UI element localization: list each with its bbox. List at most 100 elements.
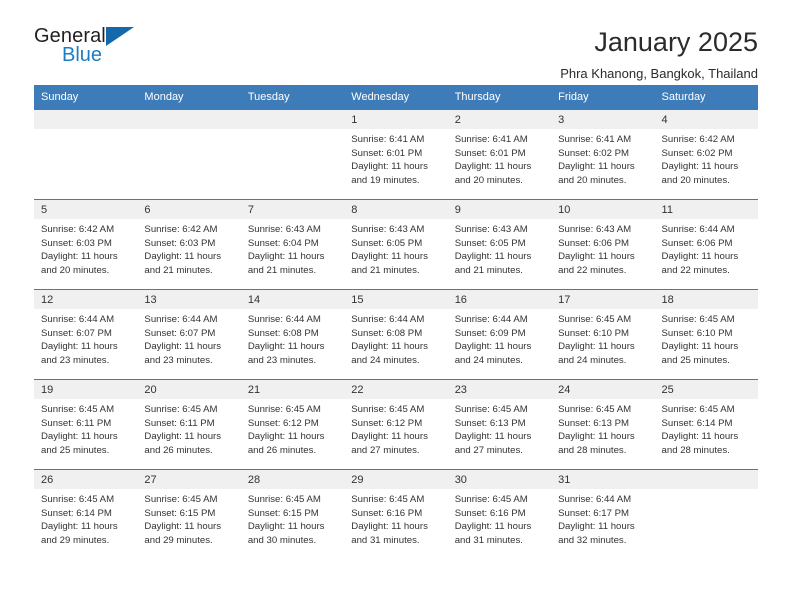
- calendar-day-cell[interactable]: 10 Sunrise: 6:43 AM Sunset: 6:06 PM Dayligh…: [551, 199, 655, 290]
- sunset-text: Sunset: 6:05 PM: [454, 237, 526, 249]
- day-cell-inner: 13 Sunrise: 6:44 AM Sunset: 6:07 PM Dayligh…: [137, 290, 241, 379]
- daylight-text: Daylight: 11 hours: [247, 431, 325, 443]
- calendar-day-cell[interactable]: 24 Sunrise: 6:45 AM Sunset: 6:13 PM Dayligh…: [551, 379, 655, 470]
- day-cell-inner: 27 Sunrise: 6:45 AM Sunset: 6:15 PM Dayligh…: [137, 470, 241, 560]
- calendar-day-cell[interactable]: 13 Sunrise: 6:44 AM Sunset: 6:07 PM Dayligh…: [137, 289, 241, 380]
- day-number: 19: [34, 380, 138, 399]
- sunrise-text: Sunrise: 6:45 AM: [41, 404, 115, 415]
- daylight-text: Daylight: 11 hours: [351, 341, 428, 353]
- calendar-day-cell[interactable]: 5 Sunrise: 6:42 AM Sunset: 6:03 PM Daylight…: [34, 199, 138, 290]
- calendar-day-cell[interactable]: 17 Sunrise: 6:45 AM Sunset: 6:10 PM Dayligh…: [551, 289, 655, 380]
- daylight-text: Daylight: 11 hours: [144, 431, 222, 443]
- day-details: Sunrise: 6:45 AM Sunset: 6:16 PM Daylight:…: [448, 489, 551, 548]
- daylight-text: Daylight: 11 hours: [454, 521, 532, 533]
- calendar-header-row: Sunday Monday Tuesday Wednesday Thursday Frid…: [34, 85, 758, 110]
- calendar-day-cell[interactable]: 26 Sunrise: 6:45 AM Sunset: 6:14 PM Dayligh…: [34, 469, 138, 560]
- day-details: Sunrise: 6:44 AM Sunset: 6:08 PM Daylight:…: [344, 309, 447, 368]
- calendar-week-row: 19 Sunrise: 6:45 AM Sunset: 6:11 PM Dayligh…: [34, 379, 758, 470]
- calendar-body: 1 Sunrise: 6:41 AM Sunset: 6:01 PM Daylight…: [34, 109, 758, 560]
- general-blue-logo[interactable]: General Blue: [34, 26, 154, 72]
- sunrise-text: Sunrise: 6:43 AM: [247, 224, 321, 235]
- sunrise-text: Sunrise: 6:44 AM: [144, 314, 218, 325]
- calendar-day-cell[interactable]: 19 Sunrise: 6:45 AM Sunset: 6:11 PM Dayligh…: [34, 379, 138, 470]
- calendar-day-cell[interactable]: 9 Sunrise: 6:43 AM Sunset: 6:05 PM Daylight…: [447, 199, 552, 290]
- calendar-day-cell[interactable]: 28 Sunrise: 6:45 AM Sunset: 6:15 PM Dayligh…: [240, 469, 345, 560]
- daylight-line-2: and 32 minutes.: [558, 535, 627, 547]
- daylight-line-2: and 30 minutes.: [247, 535, 317, 547]
- calendar-day-cell[interactable]: 25 Sunrise: 6:45 AM Sunset: 6:14 PM Dayligh…: [654, 379, 758, 470]
- daylight-line-2: and 31 minutes.: [351, 535, 420, 547]
- sunrise-text: Sunrise: 6:41 AM: [558, 134, 632, 145]
- calendar-day-cell[interactable]: 27 Sunrise: 6:45 AM Sunset: 6:15 PM Dayligh…: [137, 469, 241, 560]
- calendar-day-cell[interactable]: 3 Sunrise: 6:41 AM Sunset: 6:02 PM Daylight…: [551, 109, 655, 200]
- day-number: 7: [240, 200, 345, 219]
- day-number: 26: [34, 470, 138, 489]
- sunset-text: Sunset: 6:09 PM: [454, 327, 526, 339]
- calendar-table: Sunday Monday Tuesday Wednesday Thursday Frid…: [34, 85, 758, 560]
- day-details: Sunrise: 6:44 AM Sunset: 6:06 PM Daylight:…: [655, 219, 758, 278]
- calendar-day-cell[interactable]: 21 Sunrise: 6:45 AM Sunset: 6:12 PM Dayligh…: [240, 379, 345, 470]
- sunset-text: Sunset: 6:15 PM: [144, 507, 216, 519]
- sunset-text: Sunset: 6:03 PM: [41, 237, 112, 249]
- calendar-day-cell[interactable]: 31 Sunrise: 6:44 AM Sunset: 6:17 PM Dayligh…: [551, 469, 655, 560]
- calendar-week-row: 26 Sunrise: 6:45 AM Sunset: 6:14 PM Dayligh…: [34, 469, 758, 560]
- sunset-text: Sunset: 6:13 PM: [454, 417, 526, 429]
- calendar-day-cell[interactable]: 20 Sunrise: 6:45 AM Sunset: 6:11 PM Dayligh…: [137, 379, 241, 470]
- calendar-day-cell[interactable]: 29 Sunrise: 6:45 AM Sunset: 6:16 PM Dayligh…: [344, 469, 448, 560]
- calendar-day-cell[interactable]: 2 Sunrise: 6:41 AM Sunset: 6:01 PM Daylight…: [447, 109, 552, 200]
- calendar-day-cell[interactable]: 30 Sunrise: 6:45 AM Sunset: 6:16 PM Dayligh…: [447, 469, 552, 560]
- day-number: 2: [447, 110, 552, 129]
- calendar-day-cell[interactable]: 8 Sunrise: 6:43 AM Sunset: 6:05 PM Daylight…: [344, 199, 448, 290]
- daylight-line-2: and 21 minutes.: [144, 265, 213, 277]
- calendar-day-cell[interactable]: 11 Sunrise: 6:44 AM Sunset: 6:06 PM Dayligh…: [654, 199, 758, 290]
- daylight-text: Daylight: 11 hours: [41, 521, 118, 533]
- day-number: 8: [344, 200, 448, 219]
- calendar-day-cell[interactable]: 22 Sunrise: 6:45 AM Sunset: 6:12 PM Dayligh…: [344, 379, 448, 470]
- day-details: Sunrise: 6:42 AM Sunset: 6:03 PM Daylight:…: [34, 219, 137, 278]
- calendar-day-cell[interactable]: 4 Sunrise: 6:42 AM Sunset: 6:02 PM Daylight…: [654, 109, 758, 200]
- day-cell-inner: 26 Sunrise: 6:45 AM Sunset: 6:14 PM Dayligh…: [34, 470, 138, 560]
- daylight-line-2: and 27 minutes.: [454, 445, 523, 457]
- daylight-line-2: and 24 minutes.: [454, 355, 523, 367]
- day-details: Sunrise: 6:43 AM Sunset: 6:04 PM Daylight:…: [241, 219, 344, 278]
- sunset-text: Sunset: 6:01 PM: [454, 147, 526, 159]
- calendar-day-cell[interactable]: 15 Sunrise: 6:44 AM Sunset: 6:08 PM Dayligh…: [344, 289, 448, 380]
- day-cell-inner: 2 Sunrise: 6:41 AM Sunset: 6:01 PM Daylight…: [447, 110, 552, 199]
- day-number: 30: [447, 470, 552, 489]
- day-cell-inner: 8 Sunrise: 6:43 AM Sunset: 6:05 PM Daylight…: [344, 200, 448, 289]
- sunset-text: Sunset: 6:06 PM: [558, 237, 630, 249]
- day-number: 27: [137, 470, 241, 489]
- calendar-day-cell[interactable]: 14 Sunrise: 6:44 AM Sunset: 6:08 PM Dayligh…: [240, 289, 345, 380]
- calendar-day-cell[interactable]: 18 Sunrise: 6:45 AM Sunset: 6:10 PM Dayligh…: [654, 289, 758, 380]
- daylight-line-2: and 22 minutes.: [558, 265, 627, 277]
- day-cell-inner: 10 Sunrise: 6:43 AM Sunset: 6:06 PM Dayligh…: [551, 200, 655, 289]
- day-number: [34, 110, 138, 129]
- sunset-text: Sunset: 6:16 PM: [454, 507, 526, 519]
- daylight-line-2: and 21 minutes.: [454, 265, 523, 277]
- daylight-line-2: and 20 minutes.: [454, 175, 523, 187]
- sunrise-text: Sunrise: 6:45 AM: [558, 314, 632, 325]
- daylight-text: Daylight: 11 hours: [41, 431, 118, 443]
- day-cell-inner: 25 Sunrise: 6:45 AM Sunset: 6:14 PM Dayligh…: [654, 380, 758, 469]
- day-cell-inner: 7 Sunrise: 6:43 AM Sunset: 6:04 PM Daylight…: [240, 200, 345, 289]
- calendar-day-cell[interactable]: 16 Sunrise: 6:44 AM Sunset: 6:09 PM Dayligh…: [447, 289, 552, 380]
- daylight-line-2: and 26 minutes.: [247, 445, 317, 457]
- daylight-line-2: and 22 minutes.: [661, 265, 730, 277]
- calendar-day-cell[interactable]: 6 Sunrise: 6:42 AM Sunset: 6:03 PM Daylight…: [137, 199, 241, 290]
- daylight-text: Daylight: 11 hours: [558, 251, 635, 263]
- calendar-day-cell[interactable]: 7 Sunrise: 6:43 AM Sunset: 6:04 PM Daylight…: [240, 199, 345, 290]
- daylight-text: Daylight: 11 hours: [41, 251, 118, 263]
- daylight-line-2: and 20 minutes.: [41, 265, 110, 277]
- day-number: 11: [654, 200, 758, 219]
- calendar-day-cell[interactable]: 1 Sunrise: 6:41 AM Sunset: 6:01 PM Daylight…: [344, 109, 448, 200]
- calendar-day-cell[interactable]: 23 Sunrise: 6:45 AM Sunset: 6:13 PM Dayligh…: [447, 379, 552, 470]
- sunset-text: Sunset: 6:02 PM: [661, 147, 733, 159]
- day-number: 5: [34, 200, 138, 219]
- sunset-text: Sunset: 6:01 PM: [351, 147, 423, 159]
- day-details: Sunrise: 6:43 AM Sunset: 6:06 PM Daylight:…: [551, 219, 654, 278]
- day-number: 1: [344, 110, 448, 129]
- daylight-text: Daylight: 11 hours: [661, 431, 739, 443]
- daylight-text: Daylight: 11 hours: [558, 521, 635, 533]
- calendar-day-cell[interactable]: 12 Sunrise: 6:44 AM Sunset: 6:07 PM Dayligh…: [34, 289, 138, 380]
- day-cell-inner: 28 Sunrise: 6:45 AM Sunset: 6:15 PM Dayligh…: [240, 470, 345, 560]
